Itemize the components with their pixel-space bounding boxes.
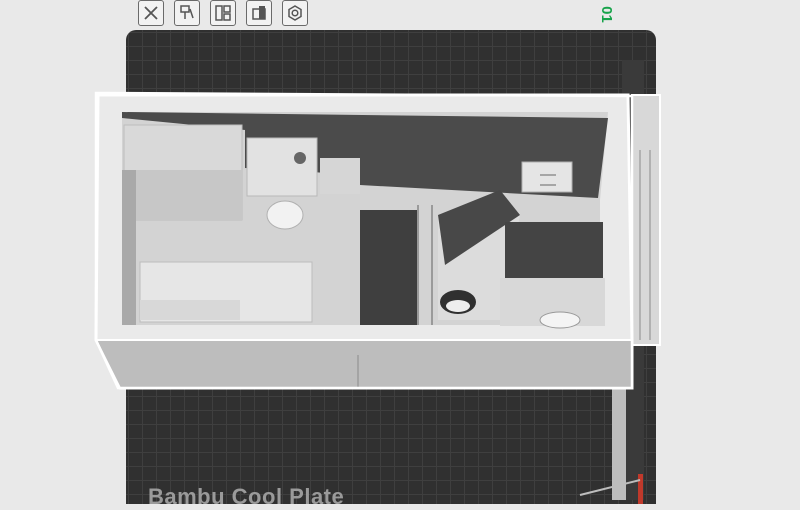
house-model[interactable] bbox=[94, 93, 634, 390]
model-viewport[interactable] bbox=[0, 0, 800, 504]
